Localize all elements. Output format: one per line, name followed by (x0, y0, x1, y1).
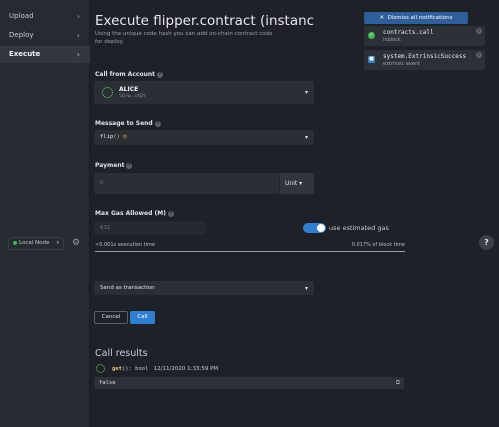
message-value: flip() ▤ (100, 134, 127, 140)
chevron-right-icon: › (76, 12, 80, 21)
notification-item: ■ system.ExtrinsicSuccess extrinsic even… (364, 50, 485, 70)
message-selector[interactable]: flip() ▤ ▾ (94, 130, 314, 145)
account-selector[interactable]: ALICE 5Grw...utQY ▾ (94, 81, 314, 104)
nav-label: Execute (9, 50, 41, 58)
execution-time: <0.001s execution time (95, 242, 155, 248)
check-icon: ✓ (368, 32, 375, 39)
close-icon[interactable]: ✕ (476, 52, 482, 58)
gas-info: <0.001s execution time 0.017% of block t… (95, 242, 405, 252)
page-title: Execute flipper.contract (instanc (95, 13, 315, 29)
caret-down-icon: ▾ (304, 89, 308, 96)
result-header: get(): bool 12/11/2020 1:33:59 PM (112, 366, 218, 372)
gas-input[interactable]: 631 (94, 221, 206, 235)
account-address: 5Grw...utQY (119, 94, 146, 99)
status-dot-icon (13, 240, 17, 245)
dismiss-all-button[interactable]: ✕ Dismiss all notifications (364, 12, 468, 24)
notification-status: extrinsic event (383, 61, 421, 67)
message-label-text: Message to Send (95, 120, 153, 127)
block-time: 0.017% of block time (351, 242, 405, 248)
result-fn: get (112, 366, 122, 372)
account-name: ALICE (119, 86, 139, 93)
gas-label: Max Gas Allowed (M)? (95, 210, 174, 217)
nav-label: Deploy (9, 31, 34, 39)
caret-down-icon: ▾ (299, 180, 303, 187)
event-icon: ■ (368, 56, 375, 63)
caret-down-icon: ▾ (304, 285, 308, 292)
help-button[interactable]: ? (479, 235, 494, 250)
page-subtitle: Using the unique code hash you can add o… (95, 31, 273, 45)
caret-down-icon: ▾ (304, 134, 308, 141)
call-from-label: Call from Account? (95, 71, 163, 78)
notification-item: ✓ contracts.call inblock ✕ (364, 26, 485, 46)
node-label: Local Node (19, 240, 50, 246)
nav-item-execute[interactable]: Execute › (0, 46, 90, 63)
message-name: flip (100, 134, 114, 140)
unit-selector[interactable]: Unit ▾ (279, 173, 314, 194)
dismiss-label: Dismiss all notifications (387, 15, 453, 21)
send-as-selector[interactable]: Send as transaction ▾ (94, 281, 314, 295)
help-icon[interactable]: ? (126, 162, 133, 169)
notification-title: contracts.call (383, 29, 434, 36)
payment-label: Payment? (95, 162, 133, 169)
nav-label: Upload (9, 12, 34, 20)
close-icon[interactable]: ✕ (476, 28, 482, 34)
estimated-gas-toggle[interactable] (303, 223, 326, 233)
cancel-button[interactable]: Cancel (94, 311, 128, 324)
docs-icon: ▤ (123, 134, 127, 140)
message-parens: () (113, 134, 120, 140)
payment-label-text: Payment (95, 162, 125, 169)
copy-icon[interactable]: ⧉ (396, 379, 400, 387)
payment-placeholder: 0 (100, 180, 104, 186)
help-icon[interactable]: ? (154, 120, 161, 127)
gas-placeholder: 631 (100, 225, 111, 231)
unit-label: Unit (285, 180, 298, 187)
nav-item-upload[interactable]: Upload › (0, 8, 90, 25)
chevron-right-icon: › (76, 31, 80, 40)
identicon-icon (102, 87, 113, 98)
help-icon[interactable]: ? (156, 71, 163, 78)
chevron-right-icon: › (76, 50, 80, 59)
call-from-label-text: Call from Account (95, 71, 155, 78)
results-title: Call results (95, 348, 148, 359)
notification-status: inblock (383, 37, 401, 43)
payment-input[interactable]: 0 Unit ▾ (94, 173, 314, 194)
help-icon[interactable]: ? (167, 210, 174, 217)
node-selector[interactable]: Local Node ▾ (8, 237, 64, 250)
result-output: false ⧉ (94, 377, 404, 389)
gas-label-text: Max Gas Allowed (M) (95, 210, 166, 217)
caret-down-icon: ▾ (56, 240, 59, 246)
call-button[interactable]: Call (130, 311, 155, 324)
send-as-value: Send as transaction (100, 285, 155, 291)
result-time: 12/11/2020 1:33:59 PM (153, 366, 219, 372)
close-icon: ✕ (379, 15, 385, 21)
gear-icon[interactable]: ⚙ (72, 238, 80, 248)
result-sig: (): bool (121, 366, 149, 372)
nav-item-deploy[interactable]: Deploy › (0, 27, 90, 44)
toggle-knob (317, 224, 325, 232)
identicon-icon (96, 364, 105, 373)
message-label: Message to Send? (95, 120, 161, 127)
sidebar: Upload › Deploy › Execute › Local Node ▾… (0, 0, 90, 427)
estimated-gas-label: use estimated gas (329, 224, 389, 232)
notification-title: system.ExtrinsicSuccess (383, 53, 467, 60)
result-value: false (99, 380, 116, 386)
